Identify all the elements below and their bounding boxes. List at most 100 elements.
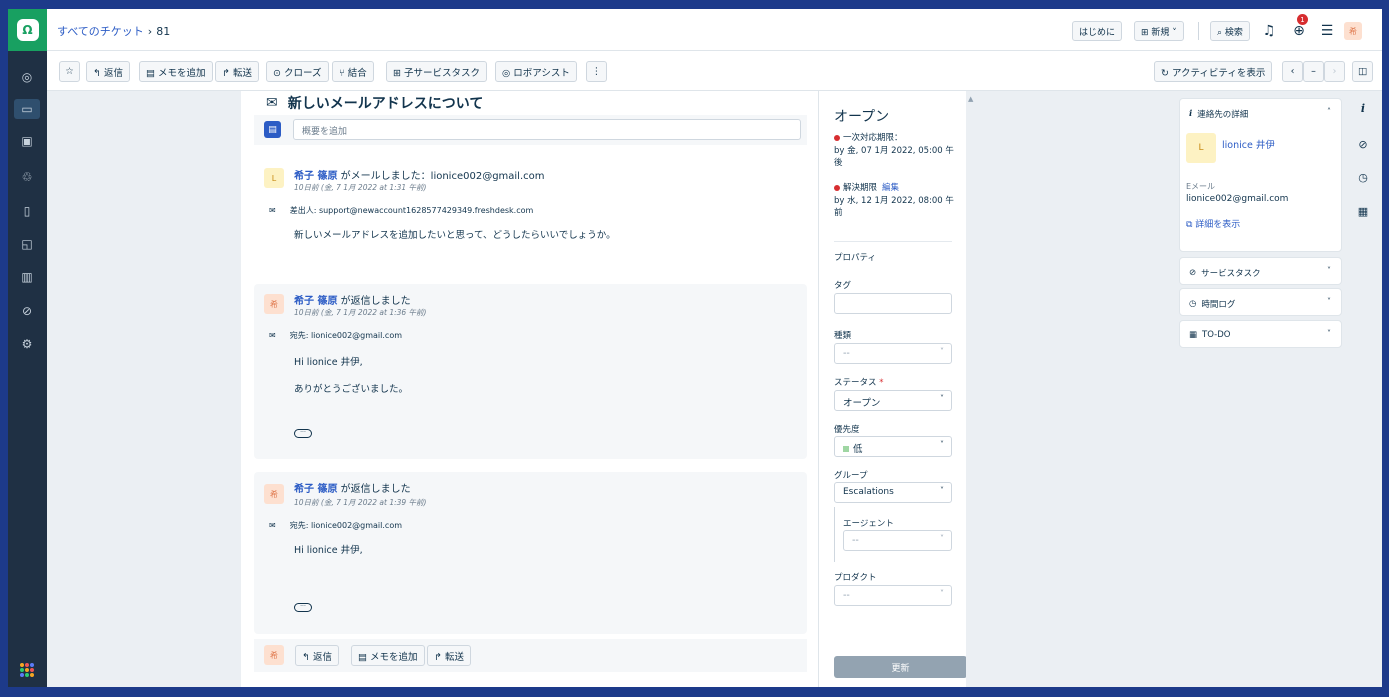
assets-icon[interactable]: ♲ bbox=[17, 167, 37, 187]
priority-select[interactable]: 低 ˅ bbox=[834, 436, 952, 457]
tag-input[interactable] bbox=[834, 293, 952, 314]
type-select[interactable]: -- ˅ bbox=[834, 343, 952, 364]
user-avatar[interactable]: 希 bbox=[1344, 22, 1362, 40]
message-avatar: L bbox=[264, 168, 284, 188]
agent-indent-line bbox=[834, 507, 835, 562]
todo-card[interactable]: ▦ TO-DO ˅ bbox=[1179, 320, 1342, 348]
message-author[interactable]: 希子 篠原 bbox=[294, 484, 337, 495]
show-quoted-button[interactable]: ··· bbox=[294, 603, 312, 612]
envelope-small-icon: ✉ bbox=[269, 521, 276, 530]
breadcrumb-all-tickets[interactable]: すべてのチケット bbox=[57, 25, 144, 38]
group-select[interactable]: Escalations ˅ bbox=[834, 482, 952, 503]
properties-pane: オープン 一次対応期限： by 金, 07 1月 2022, 05:00 午 後… bbox=[818, 91, 966, 687]
add-note-button-bottom[interactable]: ▤ メモを追加 bbox=[351, 645, 425, 666]
ticket-toolbar: ☆ ↰ 返信 ▤ メモを追加 ↱ 転送 ⊙ クローズ ⑂ 結合 ⊞ 子サービスタ… bbox=[47, 51, 1382, 91]
message-meta: ✉ 差出人: support@newaccount1628577429349.f… bbox=[269, 205, 533, 216]
dashboard-icon[interactable]: ◎ bbox=[17, 67, 37, 87]
problems-icon[interactable]: ◱ bbox=[17, 234, 37, 254]
status-select[interactable]: オープン ˅ bbox=[834, 390, 952, 411]
message-avatar: 希 bbox=[264, 484, 284, 504]
chevron-down-icon: ˅ bbox=[1327, 266, 1331, 275]
scroll-up-icon[interactable]: ▲ bbox=[968, 95, 973, 103]
subject-text: 新しいメールアドレスについて bbox=[287, 96, 484, 112]
robo-assist-button[interactable]: ◎ ロボアシスト bbox=[495, 61, 577, 82]
info-icon: i bbox=[1189, 109, 1193, 119]
stopwatch-icon: ◷ bbox=[1189, 299, 1197, 309]
contact-name[interactable]: lionice 井伊 bbox=[1222, 137, 1275, 151]
chevron-up-icon[interactable]: ˄ bbox=[1327, 107, 1331, 116]
ticket-subject: ✉ 新しいメールアドレスについて bbox=[266, 93, 483, 113]
collapse-button[interactable]: – bbox=[1303, 61, 1324, 82]
message-avatar: 希 bbox=[264, 294, 284, 314]
contact-details-title[interactable]: i 連絡先の詳細 bbox=[1189, 108, 1248, 120]
close-button[interactable]: ⊙ クローズ bbox=[266, 61, 329, 82]
envelope-small-icon: ✉ bbox=[269, 206, 276, 215]
app-switcher-icon[interactable] bbox=[20, 663, 34, 677]
update-button[interactable]: 更新 bbox=[834, 656, 966, 678]
getting-started-button[interactable]: はじめに bbox=[1072, 21, 1123, 41]
summary-row: ▤ 概要を追加 bbox=[254, 115, 807, 145]
info-icon[interactable]: i bbox=[1355, 100, 1371, 116]
product-select[interactable]: -- ˅ bbox=[834, 585, 952, 606]
settings-icon[interactable]: ⚙ bbox=[17, 334, 37, 354]
new-button[interactable]: ⊞ 新規 ˅ bbox=[1134, 21, 1184, 41]
summary-input[interactable]: 概要を追加 bbox=[293, 119, 801, 140]
summary-icon: ▤ bbox=[264, 121, 281, 138]
next-ticket-button[interactable]: › bbox=[1324, 61, 1345, 82]
stopwatch-icon[interactable]: ◷ bbox=[1355, 169, 1371, 185]
prev-ticket-button[interactable]: ‹ bbox=[1282, 61, 1303, 82]
show-quoted-button[interactable]: ··· bbox=[294, 429, 312, 438]
knowledge-base-icon[interactable]: ▯ bbox=[17, 201, 37, 221]
top-header: すべてのチケット › 81 はじめに ⊞ 新規 ˅ ⌕ 検索 ♫ ⊕ 1 ☰ 希 bbox=[47, 9, 1382, 51]
message-meta: ✉ 宛先: lionice002@gmail.com bbox=[269, 330, 402, 341]
reply-button[interactable]: ↰ 返信 bbox=[86, 61, 130, 82]
view-details-link[interactable]: ⧉ 詳細を表示 bbox=[1186, 217, 1240, 230]
tag-label: タグ bbox=[834, 281, 852, 291]
forward-button-bottom[interactable]: ↱ 転送 bbox=[427, 645, 471, 666]
overdue-dot-icon bbox=[834, 134, 840, 141]
message-body-line-2: ありがとうございました。 bbox=[294, 384, 409, 395]
priority-low-swatch bbox=[843, 446, 849, 452]
star-button[interactable]: ☆ bbox=[59, 61, 80, 82]
panel-toggle-button[interactable]: ◫ bbox=[1352, 61, 1373, 82]
service-tasks-card[interactable]: ⊘ サービスタスク ˅ bbox=[1179, 257, 1342, 285]
headset-icon[interactable]: ☰ bbox=[1317, 21, 1337, 41]
message-header: 希子 篠原 がメールしました：lionice002@gmail.com bbox=[294, 167, 545, 182]
resolution-due-line-2: 前 bbox=[834, 208, 843, 218]
child-service-task-button[interactable]: ⊞ 子サービスタスク bbox=[386, 61, 487, 82]
service-tasks-icon[interactable]: ⊘ bbox=[17, 301, 37, 321]
agent-select[interactable]: -- ˅ bbox=[843, 530, 952, 551]
reply-button-bottom[interactable]: ↰ 返信 bbox=[295, 645, 339, 666]
chevron-down-icon: ˅ bbox=[940, 394, 944, 403]
more-button[interactable]: ⋮ bbox=[586, 61, 607, 82]
merge-button[interactable]: ⑂ 結合 bbox=[332, 61, 374, 82]
search-button[interactable]: ⌕ 検索 bbox=[1210, 21, 1250, 41]
message-author[interactable]: 希子 篠原 bbox=[294, 171, 337, 182]
contacts-icon[interactable]: ▣ bbox=[17, 131, 37, 151]
ticket-id: 81 bbox=[156, 25, 171, 38]
header-divider bbox=[1198, 22, 1199, 40]
message-timestamp: 10日前 (金, 7 1月 2022 at 1:36 午前) bbox=[294, 308, 427, 317]
resolution-due-line-1: by 水, 12 1月 2022, 08:00 午 bbox=[834, 196, 954, 206]
chevron-down-icon: ˅ bbox=[1327, 297, 1331, 306]
show-activity-button[interactable]: ↻ アクティビティを表示 bbox=[1154, 61, 1273, 82]
tickets-icon[interactable]: ▭ bbox=[14, 99, 40, 119]
app-logo[interactable]: Ω bbox=[8, 9, 47, 51]
service-task-icon[interactable]: ⊘ bbox=[1355, 136, 1371, 152]
breadcrumb-separator: › bbox=[147, 25, 153, 38]
group-label: グループ bbox=[834, 471, 868, 481]
envelope-small-icon: ✉ bbox=[269, 331, 276, 340]
notification-bell-icon[interactable]: ♫ bbox=[1259, 21, 1279, 41]
add-note-button[interactable]: ▤ メモを追加 bbox=[139, 61, 213, 82]
message-body: Hi lionice 井伊, bbox=[294, 357, 363, 368]
breadcrumb: すべてのチケット › 81 bbox=[57, 23, 170, 39]
resolution-edit-link[interactable]: 編集 bbox=[882, 183, 899, 193]
calendar-icon[interactable]: ▦ bbox=[1355, 203, 1371, 219]
message-to: 宛先: lionice002@gmail.com bbox=[289, 331, 403, 340]
message-author[interactable]: 希子 篠原 bbox=[294, 296, 337, 307]
contact-avatar: L bbox=[1186, 133, 1216, 163]
time-log-card[interactable]: ◷ 時間ログ ˅ bbox=[1179, 288, 1342, 316]
message-reply-2: 希 希子 篠原 が返信しました 10日前 (金, 7 1月 2022 at 1:… bbox=[254, 472, 807, 634]
forward-button[interactable]: ↱ 転送 bbox=[215, 61, 259, 82]
reports-icon[interactable]: ▥ bbox=[17, 267, 37, 287]
